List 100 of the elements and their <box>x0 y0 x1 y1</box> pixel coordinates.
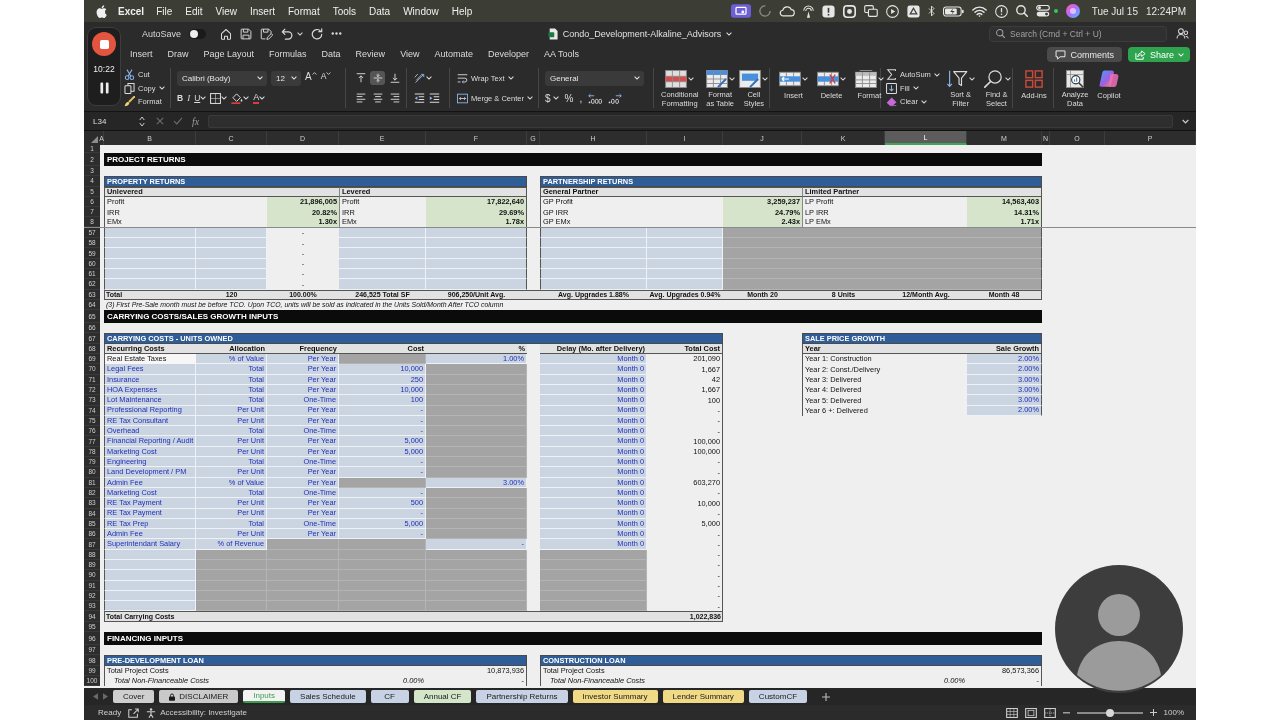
number-format-dropdown[interactable]: General <box>545 70 644 86</box>
undo-icon[interactable] <box>281 27 294 40</box>
input-cell[interactable] <box>426 268 527 280</box>
caret-icon[interactable] <box>221 96 228 100</box>
ribbon-tab[interactable]: Insert <box>130 46 153 63</box>
menu-item[interactable]: Insert <box>250 5 275 17</box>
borders-icon[interactable] <box>210 92 222 104</box>
font-dropdown[interactable]: Calibri (Body) <box>177 70 267 86</box>
currency-button[interactable]: $ <box>545 91 551 105</box>
record-icon[interactable] <box>842 4 856 18</box>
chevron-down-icon[interactable] <box>1182 118 1189 124</box>
close-icon[interactable] <box>156 117 164 125</box>
input-cell[interactable] <box>426 258 527 269</box>
sheet-tab[interactable]: Annual CF <box>413 690 472 703</box>
alert-badge-icon[interactable] <box>821 4 835 18</box>
sheet-tab[interactable]: Partnership Returns <box>476 690 568 703</box>
minus-icon[interactable] <box>1062 711 1070 714</box>
pause-icon[interactable] <box>99 82 109 94</box>
input-cell[interactable] <box>426 248 527 259</box>
windows-icon[interactable] <box>863 5 878 17</box>
bold-button[interactable]: B <box>177 91 184 105</box>
font-color-button[interactable]: A <box>253 92 260 104</box>
ribbon-tab[interactable]: AA Tools <box>544 46 579 63</box>
ribbon-tab[interactable]: Formulas <box>269 46 307 63</box>
underline-button[interactable]: U <box>194 91 201 105</box>
sheet-tab[interactable]: DISCLAIMER <box>159 690 239 703</box>
caret-icon[interactable] <box>259 96 266 100</box>
page-layout-icon[interactable] <box>1024 707 1037 718</box>
align-middle-button[interactable] <box>370 71 385 85</box>
fill-color-icon[interactable] <box>231 92 244 104</box>
increase-indent-icon[interactable] <box>429 93 440 103</box>
screen-share-icon[interactable] <box>730 4 751 18</box>
menu-item[interactable]: Window <box>403 5 439 17</box>
insert-function-button[interactable]: fx <box>192 115 200 127</box>
input-cell[interactable] <box>426 279 527 290</box>
menu-item[interactable]: Data <box>369 5 391 17</box>
sheet-tab[interactable]: Sales Schedule <box>290 690 366 703</box>
menu-bar-date[interactable]: Tue Jul 15 <box>1091 5 1138 17</box>
name-box[interactable]: L34 <box>91 114 147 128</box>
percent-button[interactable]: % <box>564 91 574 105</box>
ribbon-tab[interactable]: Page Layout <box>203 46 255 63</box>
normal-view-icon[interactable] <box>1005 707 1018 718</box>
loading-ring-icon[interactable] <box>758 5 771 17</box>
stop-recording-button[interactable] <box>92 32 116 56</box>
menu-item[interactable]: Help <box>451 5 473 17</box>
input-cell[interactable] <box>426 227 527 239</box>
menu-item[interactable]: Format <box>288 5 320 17</box>
ribbon-tab[interactable]: Data <box>321 46 341 63</box>
menu-bar-clock[interactable]: 12:24PM <box>1145 5 1186 17</box>
increase-decimal-icon[interactable] <box>588 92 603 104</box>
font-size-dropdown[interactable]: 12 <box>271 70 301 86</box>
right-arrow-icon[interactable] <box>103 693 108 700</box>
caret-icon[interactable] <box>200 96 207 100</box>
page-break-icon[interactable] <box>1043 707 1056 718</box>
cloud-icon[interactable] <box>778 5 795 17</box>
save-icon[interactable] <box>240 27 253 40</box>
search-icon[interactable] <box>1015 5 1028 17</box>
siri-icon[interactable] <box>1065 4 1080 18</box>
control-center-icon[interactable] <box>1035 5 1050 17</box>
battery-icon[interactable] <box>942 5 964 17</box>
frame-arrow-icon[interactable] <box>128 707 140 718</box>
people-icon[interactable] <box>1176 28 1189 39</box>
play-circle-icon[interactable] <box>885 4 899 18</box>
ribbon-tab[interactable]: Review <box>355 46 386 63</box>
caret-icon[interactable] <box>426 76 432 80</box>
text-angle-icon[interactable] <box>414 72 426 84</box>
autosave-toggle[interactable] <box>189 28 207 39</box>
menu-item[interactable]: File <box>156 5 173 17</box>
menu-item[interactable]: View <box>215 5 237 17</box>
decrease-indent-icon[interactable] <box>414 93 425 103</box>
caret-icon[interactable] <box>297 31 304 36</box>
ribbon-tab[interactable]: Draw <box>167 46 189 63</box>
redo-icon[interactable] <box>311 27 324 40</box>
italic-button[interactable]: I <box>187 91 191 105</box>
comments-button[interactable]: Comments <box>1047 47 1122 62</box>
shrink-font-button[interactable]: A <box>320 71 332 85</box>
sheet-tab[interactable]: Investor Summary <box>572 690 658 703</box>
alert-circle-icon[interactable] <box>994 4 1008 18</box>
caret-icon[interactable] <box>552 96 559 100</box>
sheet-tab[interactable]: CustomCF <box>748 690 808 703</box>
sheet-tab[interactable]: Cover <box>113 690 155 703</box>
menu-item[interactable]: Edit <box>185 5 203 17</box>
comma-style-button[interactable]: , <box>579 91 583 105</box>
broadcast-icon[interactable] <box>802 4 814 18</box>
save-edit-icon[interactable] <box>260 27 274 40</box>
grow-font-button[interactable]: A <box>305 71 317 85</box>
input-cell[interactable] <box>426 238 527 249</box>
left-arrow-icon[interactable] <box>93 693 98 700</box>
drive-icon[interactable] <box>906 4 920 18</box>
plus-icon[interactable] <box>1149 709 1157 716</box>
home-icon[interactable] <box>220 27 233 40</box>
search-field[interactable]: Search (Cmd + Ctrl + U) <box>989 25 1167 42</box>
zoom-level-text[interactable]: 100% <box>1163 708 1184 717</box>
menu-item[interactable]: Tools <box>332 5 357 17</box>
check-icon[interactable] <box>173 117 183 125</box>
sheet-tab[interactable]: Lender Summary <box>662 690 744 703</box>
select-all-icon[interactable] <box>91 136 98 143</box>
ribbon-tab[interactable]: Developer <box>488 46 530 63</box>
ribbon-tab[interactable]: Automate <box>434 46 473 63</box>
accessibility-button[interactable]: Accessibility: Investigate <box>146 707 247 718</box>
